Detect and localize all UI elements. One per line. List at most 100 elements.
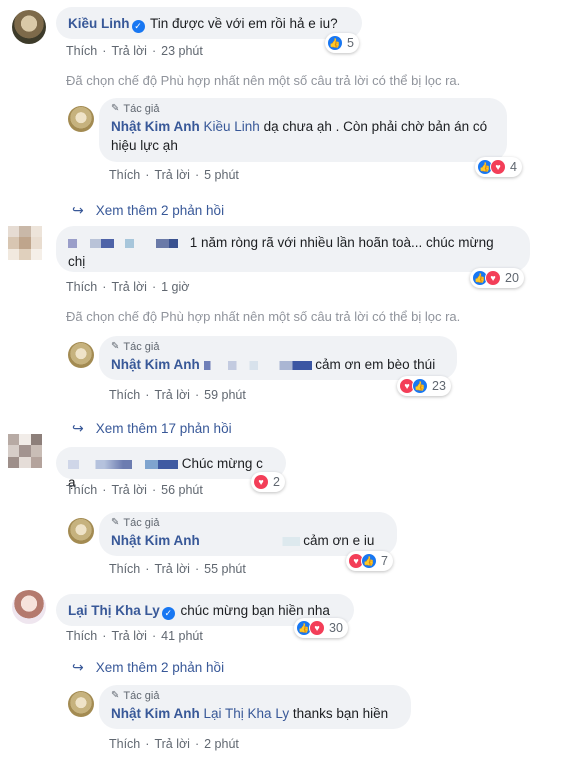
reaction-count: 4 xyxy=(510,160,517,174)
view-more-replies[interactable]: ↪ Xem thêm 2 phản hồi xyxy=(72,659,224,676)
commenter-name[interactable]: Nhật Kim Anh xyxy=(111,706,200,721)
verified-check-icon: ✓ xyxy=(161,607,175,620)
timestamp[interactable]: 59 phút xyxy=(204,388,246,402)
commenter-name[interactable]: Kiều Linh xyxy=(68,16,130,31)
comment-text: chúc mừng bạn hiền nha xyxy=(180,603,330,618)
author-badge: ✎ Tác giả xyxy=(111,341,160,353)
like-link[interactable]: Thích xyxy=(66,280,97,294)
comment-actions: Thích · Trả lời · 56 phút xyxy=(66,483,203,497)
comment-actions: Thích · Trả lời · 23 phút xyxy=(66,44,203,58)
avatar[interactable] xyxy=(68,342,94,368)
avatar[interactable] xyxy=(68,691,94,717)
like-link[interactable]: Thích xyxy=(66,483,97,497)
comment-text: Tin được về với em rồi hả e iu? xyxy=(150,16,338,31)
timestamp[interactable]: 56 phút xyxy=(161,483,203,497)
like-thumb-icon: 👍 xyxy=(361,553,377,569)
avatar[interactable] xyxy=(8,226,42,260)
reply-link[interactable]: Trả lời xyxy=(111,629,147,643)
timestamp[interactable]: 1 giờ xyxy=(161,280,189,294)
reply-link[interactable]: Trả lời xyxy=(111,483,147,497)
timestamp[interactable]: 2 phút xyxy=(204,737,239,751)
verified-check-icon: ✓ xyxy=(131,20,145,33)
avatar[interactable] xyxy=(12,590,46,624)
reply-actions: Thích · Trả lời · 59 phút xyxy=(109,388,246,402)
view-more-replies[interactable]: ↪ Xem thêm 17 phản hồi xyxy=(72,420,232,437)
timestamp[interactable]: 41 phút xyxy=(161,629,203,643)
like-link[interactable]: Thích xyxy=(66,629,97,643)
avatar[interactable] xyxy=(8,434,42,468)
mention-link[interactable]: Kiều Linh xyxy=(204,119,260,134)
avatar[interactable] xyxy=(12,10,46,44)
pencil-icon: ✎ xyxy=(111,103,120,114)
redacted-name xyxy=(68,459,178,469)
timestamp[interactable]: 5 phút xyxy=(204,168,239,182)
love-heart-icon: ♥ xyxy=(253,474,269,490)
redacted-mention xyxy=(203,536,300,546)
commenter-name[interactable]: Nhật Kim Anh xyxy=(111,119,200,134)
reaction-count: 20 xyxy=(505,271,519,285)
reaction-summary[interactable]: ♥ 👍 7 xyxy=(346,551,393,571)
love-heart-icon: ♥ xyxy=(490,159,506,175)
like-link[interactable]: Thích xyxy=(109,388,140,402)
reaction-summary[interactable]: 👍 ♥ 30 xyxy=(294,618,348,638)
reply-link[interactable]: Trả lời xyxy=(154,168,190,182)
like-link[interactable]: Thích xyxy=(109,737,140,751)
reply-text: cảm ơn em bèo thúi xyxy=(315,357,436,372)
reaction-count: 2 xyxy=(273,475,280,489)
reaction-count: 7 xyxy=(381,554,388,568)
reaction-summary[interactable]: 👍 5 xyxy=(325,33,359,53)
like-link[interactable]: Thích xyxy=(109,562,140,576)
avatar[interactable] xyxy=(68,518,94,544)
reply-actions: Thích · Trả lời · 2 phút xyxy=(109,737,239,751)
timestamp[interactable]: 23 phút xyxy=(161,44,203,58)
commenter-name[interactable]: Lại Thị Kha Ly xyxy=(68,603,160,618)
like-link[interactable]: Thích xyxy=(66,44,97,58)
reaction-summary[interactable]: 👍 ♥ 4 xyxy=(475,157,522,177)
mention-link[interactable]: Lại Thị Kha Ly xyxy=(204,706,290,721)
filter-note: Đã chọn chế độ Phù hợp nhất nên một số c… xyxy=(66,73,461,88)
redacted-name xyxy=(68,238,178,248)
love-heart-icon: ♥ xyxy=(485,270,501,286)
commenter-name[interactable]: Nhật Kim Anh xyxy=(111,533,200,548)
reaction-summary[interactable]: ♥ 👍 23 xyxy=(397,376,451,396)
comment-bubble: Kiều Linh ✓ Tin được về với em rồi hả e i… xyxy=(56,7,362,39)
reaction-count: 30 xyxy=(329,621,343,635)
reply-bubble: ✎ Tác giả Nhật Kim Anh Lại Thị Kha Ly tha… xyxy=(99,685,411,729)
redacted-mention xyxy=(203,360,312,370)
view-more-replies[interactable]: ↪ Xem thêm 2 phản hồi xyxy=(72,202,224,219)
reply-text: cảm ơn e iu xyxy=(303,533,375,548)
author-badge: ✎ Tác giả xyxy=(111,517,160,529)
reply-bubble: ✎ Tác giả Nhật Kim Anh Kiều Linh dạ chưa … xyxy=(99,98,507,162)
reply-link[interactable]: Trả lời xyxy=(154,388,190,402)
reply-link[interactable]: Trả lời xyxy=(111,280,147,294)
reply-arrow-icon: ↪ xyxy=(72,202,84,218)
timestamp[interactable]: 55 phút xyxy=(204,562,246,576)
reply-arrow-icon: ↪ xyxy=(72,659,84,675)
comment-bubble: 1 năm ròng rã với nhiều lần hoãn toà... … xyxy=(56,226,530,272)
pencil-icon: ✎ xyxy=(111,690,120,701)
author-badge: ✎ Tác giả xyxy=(111,690,160,702)
comment-text: chị xyxy=(68,254,86,269)
pencil-icon: ✎ xyxy=(111,341,120,352)
commenter-name[interactable]: Nhật Kim Anh xyxy=(111,357,200,372)
reaction-summary[interactable]: 👍 ♥ 20 xyxy=(470,268,524,288)
reply-link[interactable]: Trả lời xyxy=(154,562,190,576)
avatar[interactable] xyxy=(68,106,94,132)
author-badge: ✎ Tác giả xyxy=(111,103,160,115)
reply-link[interactable]: Trả lời xyxy=(111,44,147,58)
comment-actions: Thích · Trả lời · 41 phút xyxy=(66,629,203,643)
reply-actions: Thích · Trả lời · 5 phút xyxy=(109,168,239,182)
reply-bubble: ✎ Tác giả Nhật Kim Anh cảm ơn e iu xyxy=(99,512,397,556)
reply-arrow-icon: ↪ xyxy=(72,420,84,436)
reaction-summary[interactable]: ♥ 2 xyxy=(251,472,285,492)
filter-note: Đã chọn chế độ Phù hợp nhất nên một số c… xyxy=(66,309,461,324)
like-thumb-icon: 👍 xyxy=(327,35,343,51)
like-link[interactable]: Thích xyxy=(109,168,140,182)
comment-actions: Thích · Trả lời · 1 giờ xyxy=(66,280,190,294)
comment-bubble: Chúc mừng c ạ xyxy=(56,447,286,490)
reply-actions: Thích · Trả lời · 55 phút xyxy=(109,562,246,576)
reply-text: dạ chưa ạh . Còn phải chờ bản án có xyxy=(263,119,488,134)
reply-link[interactable]: Trả lời xyxy=(154,737,190,751)
reply-bubble: ✎ Tác giả Nhật Kim Anh cảm ơn em bèo thúi xyxy=(99,336,457,380)
reply-text: hiệu lực ạh xyxy=(111,138,178,153)
